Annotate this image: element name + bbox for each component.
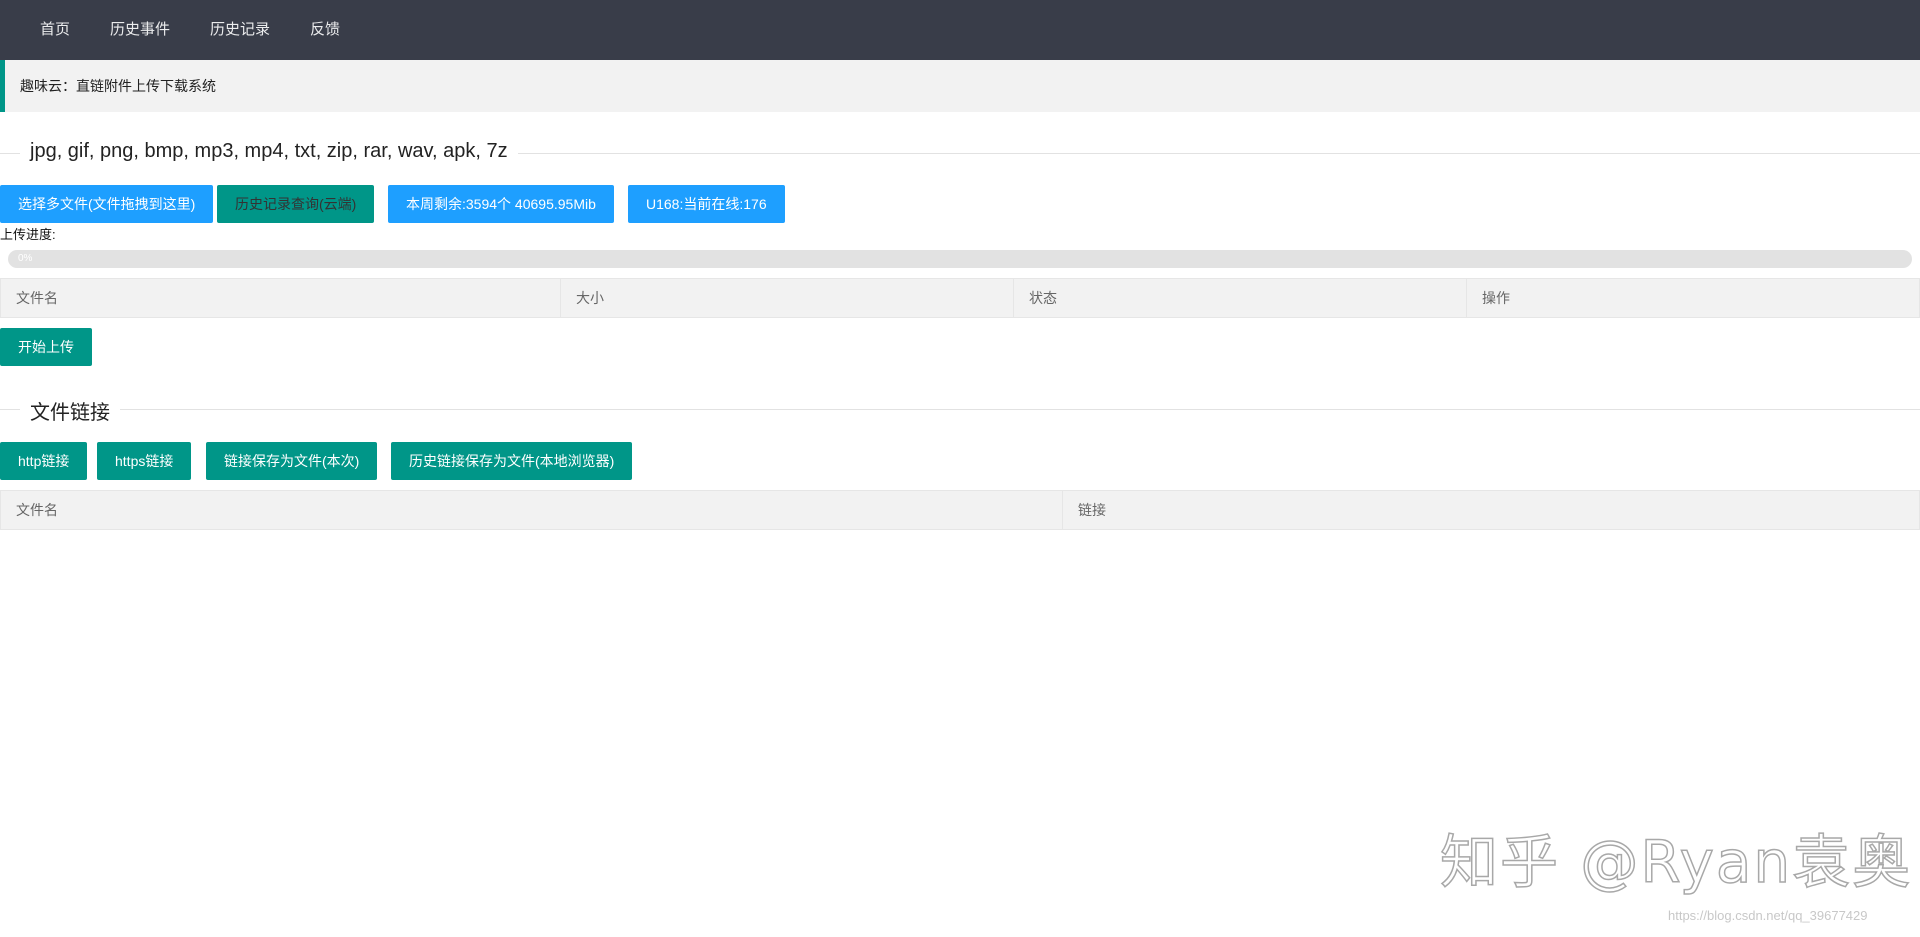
upload-table-header-actions: 操作	[1482, 290, 1510, 306]
top-nav: 首页 历史事件 历史记录 反馈	[0, 0, 1920, 60]
csdn-url-watermark: https://blog.csdn.net/qq_39677429	[1668, 908, 1868, 923]
upload-progress-label: 上传进度:	[0, 227, 56, 242]
upload-progress-text: 0%	[18, 253, 33, 264]
weekly-remaining-button[interactable]: 本周剩余:3594个 40695.95Mib	[388, 185, 614, 223]
page-title: 趣味云：直链附件上传下载系统	[20, 78, 216, 94]
http-links-button[interactable]: http链接	[0, 442, 88, 480]
file-links-legend: 文件链接	[20, 396, 120, 425]
save-links-current-button[interactable]: 链接保存为文件(本次)	[206, 442, 378, 480]
start-upload-button[interactable]: 开始上传	[0, 328, 92, 366]
page-title-banner: 趣味云：直链附件上传下载系统	[0, 60, 1920, 112]
links-table-header-link: 链接	[1078, 502, 1106, 518]
upload-table-header-filename: 文件名	[1, 279, 561, 317]
file-links-table: 文件名 链接	[0, 490, 1920, 530]
upload-progress-bar: 0%	[8, 250, 1912, 268]
upload-allowed-types-legend: jpg, gif, png, bmp, mp3, mp4, txt, zip, …	[20, 140, 518, 163]
nav-item-feedback[interactable]: 反馈	[290, 0, 360, 60]
select-files-button[interactable]: 选择多文件(文件拖拽到这里)	[0, 185, 214, 223]
https-links-button[interactable]: https链接	[97, 442, 192, 480]
upload-table-header-status: 状态	[1014, 279, 1467, 317]
links-legend-divider	[0, 409, 1920, 410]
links-table-header-filename: 文件名	[1, 491, 1063, 529]
nav-item-history-records[interactable]: 历史记录	[190, 0, 290, 60]
history-query-button[interactable]: 历史记录查询(云端)	[217, 185, 375, 223]
save-links-history-button[interactable]: 历史链接保存为文件(本地浏览器)	[391, 442, 633, 480]
upload-file-table: 文件名 大小 状态 操作	[0, 278, 1920, 318]
upload-table-header-size: 大小	[561, 279, 1014, 317]
online-count-button[interactable]: U168:当前在线:176	[628, 185, 785, 223]
nav-item-history-events[interactable]: 历史事件	[90, 0, 190, 60]
zhihu-watermark: 知乎 @Ryan袁奥	[1439, 827, 1913, 897]
nav-item-home[interactable]: 首页	[20, 0, 90, 60]
